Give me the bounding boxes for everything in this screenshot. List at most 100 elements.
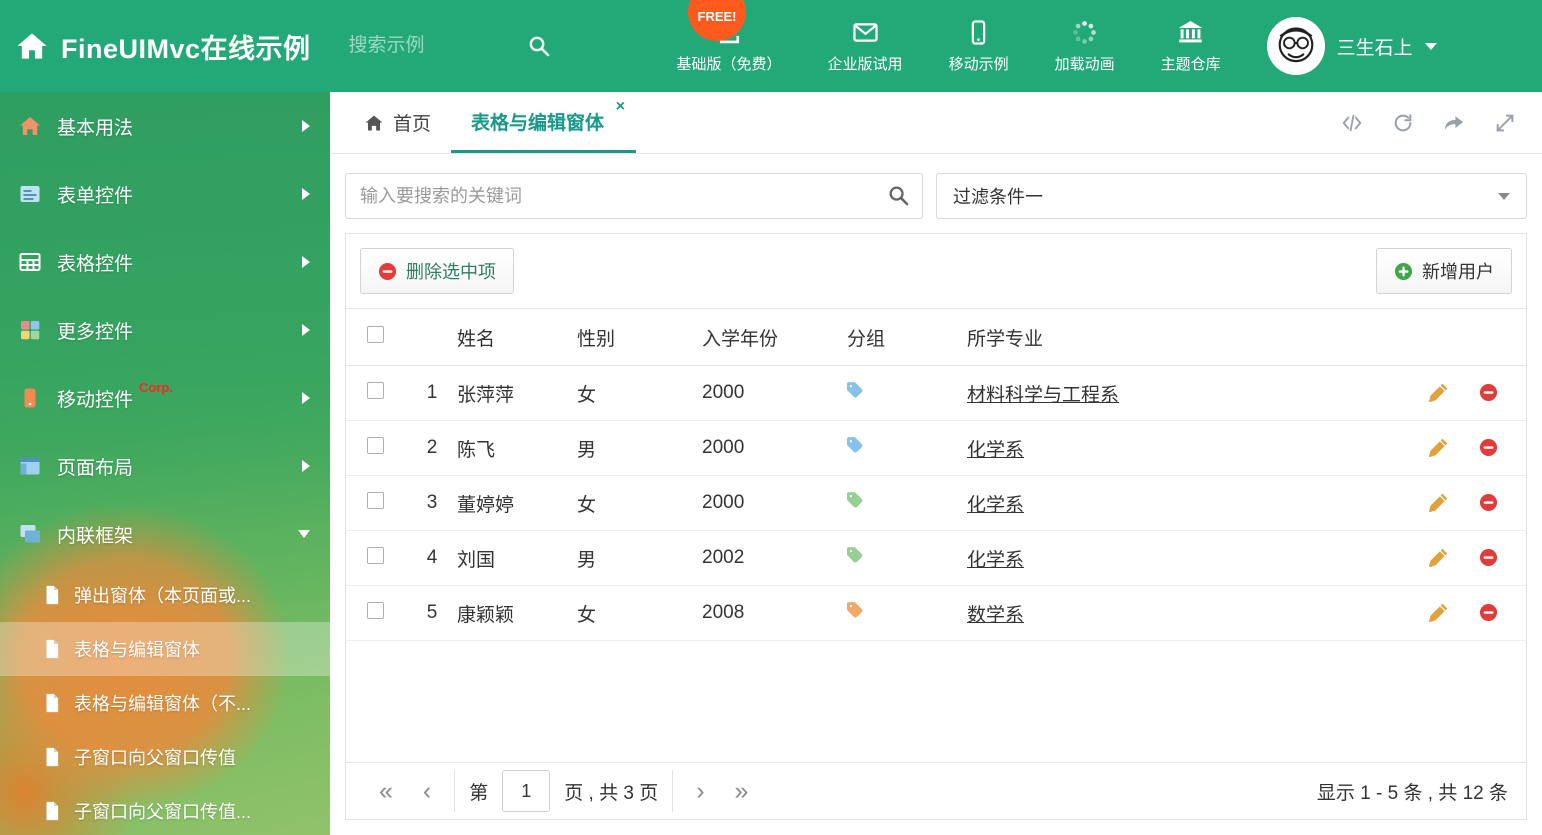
tab-grid-edit-window[interactable]: 表格与编辑窗体 ×	[451, 92, 637, 153]
chevron-right-icon	[302, 256, 310, 268]
header-nav: 基础版（免费） 企业版试用 移动示例 加载动画 主题仓库	[677, 19, 1221, 74]
cell-name: 董婷婷	[456, 475, 576, 531]
col-gender: 性别	[576, 308, 701, 366]
delete-icon[interactable]	[1479, 438, 1498, 457]
sidebar-subitem-popup-window[interactable]: 弹出窗体（本页面或...	[0, 568, 330, 622]
sidebar-item-label: 表格控件	[57, 253, 134, 275]
grid-panel: 删除选中项 新增用户 姓名 性别 入学年份 分组 所学专业 1 张萍萍 女 20…	[345, 233, 1527, 820]
sidebar-item-mobile-controls[interactable]: 移动控件 Corp.	[0, 364, 330, 432]
page-prefix: 第	[469, 782, 489, 804]
avatar	[1266, 17, 1325, 75]
sidebar-item-basic-usage[interactable]: 基本用法	[0, 92, 330, 160]
sidebar-subitem-grid-edit-window-2[interactable]: 表格与编辑窗体（不...	[0, 676, 330, 730]
row-checkbox[interactable]	[367, 381, 384, 399]
envelope-icon	[852, 19, 879, 46]
keyword-search-input[interactable]	[345, 173, 923, 219]
add-user-button[interactable]: 新增用户	[1376, 248, 1512, 294]
page-number-input[interactable]	[502, 770, 551, 812]
edit-icon[interactable]	[1428, 548, 1448, 568]
edit-icon[interactable]	[1428, 383, 1448, 403]
delete-selected-button[interactable]: 删除选中项	[360, 248, 514, 294]
source-code-icon[interactable]	[1341, 112, 1363, 134]
keyword-search	[345, 173, 923, 219]
table-row[interactable]: 1 张萍萍 女 2000 材料科学与工程系	[346, 365, 1526, 421]
page-suffix: 页 , 共 3 页	[564, 782, 659, 804]
table-row[interactable]: 3 董婷婷 女 2000 化学系	[346, 475, 1526, 531]
cell-year: 2002	[701, 530, 846, 586]
sidebar-item-label: 移动控件	[57, 389, 134, 411]
sidebar-item-label: 表单控件	[57, 185, 134, 207]
row-index: 4	[408, 530, 456, 586]
home-icon	[18, 114, 42, 138]
nav-theme-store-button[interactable]: 主题仓库	[1161, 19, 1221, 74]
file-icon	[44, 639, 62, 659]
first-page-button[interactable]: «	[364, 778, 408, 804]
row-checkbox[interactable]	[367, 436, 384, 454]
search-icon[interactable]	[527, 34, 551, 58]
main-content: 首页 表格与编辑窗体 × 输入要搜索的关键词 过滤条件一 删除选中项 新增用户 …	[330, 92, 1542, 835]
major-link[interactable]: 化学系	[967, 550, 1024, 571]
user-menu[interactable]: 三生石上	[1266, 17, 1437, 75]
prev-page-button[interactable]: ‹	[408, 778, 446, 804]
sidebar-subitem-child-to-parent[interactable]: 子窗口向父窗口传值	[0, 730, 330, 784]
sidebar-item-page-layout[interactable]: 页面布局	[0, 432, 330, 500]
delete-icon[interactable]	[1479, 383, 1498, 402]
header-search	[346, 34, 551, 58]
sidebar-item-form-controls[interactable]: 表单控件	[0, 160, 330, 228]
major-link[interactable]: 化学系	[967, 495, 1024, 516]
expand-icon[interactable]	[1494, 112, 1516, 134]
cell-gender: 女	[576, 475, 701, 531]
layout-icon	[18, 454, 42, 478]
edit-icon[interactable]	[1428, 493, 1448, 513]
grid-toolbar: 删除选中项 新增用户	[346, 234, 1526, 308]
table-row[interactable]: 5 康颖颖 女 2008 数学系	[346, 585, 1526, 641]
major-link[interactable]: 化学系	[967, 440, 1024, 461]
tab-home[interactable]: 首页	[344, 92, 451, 153]
major-link[interactable]: 材料科学与工程系	[967, 385, 1119, 406]
edit-icon[interactable]	[1428, 438, 1448, 458]
search-icon[interactable]	[887, 184, 910, 207]
tag-icon	[847, 546, 865, 564]
next-page-button[interactable]: ›	[681, 778, 719, 804]
select-all-checkbox[interactable]	[367, 325, 384, 343]
tab-label: 表格与编辑窗体	[471, 112, 605, 134]
major-link[interactable]: 数学系	[967, 605, 1024, 626]
mobile-icon	[18, 386, 42, 410]
sidebar-item-iframe[interactable]: 内联框架	[0, 500, 330, 568]
header-search-input[interactable]	[346, 34, 487, 58]
row-index: 1	[408, 365, 456, 421]
delete-icon[interactable]	[1479, 548, 1498, 567]
pagination-bar: « ‹ 第 页 , 共 3 页 › » 显示 1 - 5 条 , 共 12 条	[346, 762, 1526, 819]
row-index: 2	[408, 420, 456, 476]
filter-dropdown[interactable]: 过滤条件一	[936, 173, 1527, 219]
sidebar-item-grid-controls[interactable]: 表格控件	[0, 228, 330, 296]
row-index: 5	[408, 585, 456, 641]
spinner-icon	[1071, 19, 1098, 46]
row-checkbox[interactable]	[367, 546, 384, 564]
home-icon[interactable]	[16, 30, 48, 62]
sidebar-subitem-label: 子窗口向父窗口传值...	[74, 802, 252, 822]
table-row[interactable]: 2 陈飞 男 2000 化学系	[346, 420, 1526, 476]
table-header-row: 姓名 性别 入学年份 分组 所学专业	[346, 308, 1526, 366]
edit-icon[interactable]	[1428, 603, 1448, 623]
table-row[interactable]: 4 刘国 男 2002 化学系	[346, 530, 1526, 586]
home-icon	[364, 113, 384, 133]
close-icon[interactable]: ×	[616, 99, 625, 115]
sidebar-subitem-label: 表格与编辑窗体	[74, 640, 200, 660]
sidebar-item-more-controls[interactable]: 更多控件	[0, 296, 330, 364]
nav-mobile-demo-button[interactable]: 移动示例	[949, 19, 1009, 74]
delete-icon[interactable]	[1479, 603, 1498, 622]
last-page-button[interactable]: »	[720, 778, 764, 804]
sidebar-subitem-grid-edit-window[interactable]: 表格与编辑窗体	[0, 622, 330, 676]
share-icon[interactable]	[1443, 112, 1465, 134]
form-icon	[18, 182, 42, 206]
row-checkbox[interactable]	[367, 601, 384, 619]
refresh-icon[interactable]	[1392, 112, 1414, 134]
tab-toolbar	[1341, 92, 1542, 153]
delete-icon[interactable]	[1479, 493, 1498, 512]
row-checkbox[interactable]	[367, 491, 384, 509]
sidebar-subitem-label: 表格与编辑窗体（不...	[74, 694, 252, 714]
nav-enterprise-trial-button[interactable]: 企业版试用	[828, 19, 903, 74]
nav-loading-animation-button[interactable]: 加载动画	[1055, 19, 1115, 74]
sidebar-subitem-child-to-parent-2[interactable]: 子窗口向父窗口传值...	[0, 784, 330, 835]
